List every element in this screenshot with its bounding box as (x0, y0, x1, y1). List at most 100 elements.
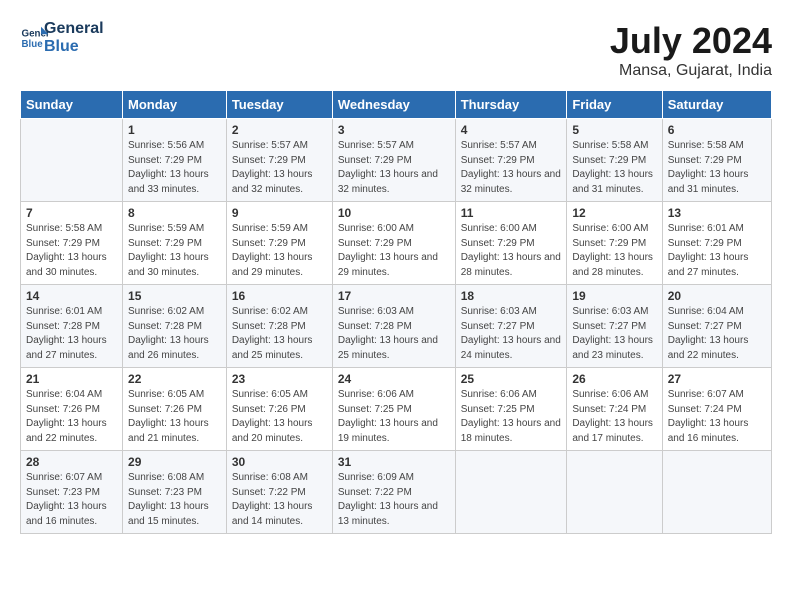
calendar-subtitle: Mansa, Gujarat, India (610, 62, 772, 80)
calendar-table: SundayMondayTuesdayWednesdayThursdayFrid… (20, 90, 772, 534)
logo-line2: Blue (44, 38, 104, 56)
calendar-cell: 6 Sunrise: 5:58 AM Sunset: 7:29 PM Daylig… (662, 119, 771, 202)
day-of-week-header: Friday (567, 91, 662, 119)
day-number: 18 (461, 289, 562, 303)
day-of-week-header: Thursday (455, 91, 567, 119)
day-number: 20 (668, 289, 766, 303)
day-info: Sunrise: 6:07 AM Sunset: 7:24 PM Dayligh… (668, 388, 766, 446)
calendar-cell: 3 Sunrise: 5:57 AM Sunset: 7:29 PM Daylig… (332, 119, 455, 202)
day-number: 11 (461, 206, 562, 220)
day-info: Sunrise: 6:00 AM Sunset: 7:29 PM Dayligh… (461, 222, 562, 280)
calendar-cell: 23 Sunrise: 6:05 AM Sunset: 7:26 PM Dayli… (226, 368, 332, 451)
day-of-week-header: Wednesday (332, 91, 455, 119)
calendar-cell (21, 119, 123, 202)
day-info: Sunrise: 6:08 AM Sunset: 7:22 PM Dayligh… (232, 471, 327, 529)
day-info: Sunrise: 6:01 AM Sunset: 7:29 PM Dayligh… (668, 222, 766, 280)
calendar-cell: 22 Sunrise: 6:05 AM Sunset: 7:26 PM Dayli… (123, 368, 227, 451)
day-info: Sunrise: 5:57 AM Sunset: 7:29 PM Dayligh… (338, 139, 450, 197)
calendar-cell: 28 Sunrise: 6:07 AM Sunset: 7:23 PM Dayli… (21, 451, 123, 534)
day-number: 4 (461, 123, 562, 137)
day-info: Sunrise: 6:01 AM Sunset: 7:28 PM Dayligh… (26, 305, 117, 363)
day-info: Sunrise: 6:00 AM Sunset: 7:29 PM Dayligh… (572, 222, 656, 280)
calendar-cell: 19 Sunrise: 6:03 AM Sunset: 7:27 PM Dayli… (567, 285, 662, 368)
day-info: Sunrise: 6:07 AM Sunset: 7:23 PM Dayligh… (26, 471, 117, 529)
logo: General Blue General Blue (20, 20, 104, 55)
day-info: Sunrise: 6:02 AM Sunset: 7:28 PM Dayligh… (232, 305, 327, 363)
day-number: 29 (128, 455, 221, 469)
calendar-cell: 8Sunrise: 5:59 AM Sunset: 7:29 PM Daylig… (123, 202, 227, 285)
day-info: Sunrise: 6:02 AM Sunset: 7:28 PM Dayligh… (128, 305, 221, 363)
calendar-cell: 1Sunrise: 5:56 AM Sunset: 7:29 PM Daylig… (123, 119, 227, 202)
day-info: Sunrise: 6:04 AM Sunset: 7:27 PM Dayligh… (668, 305, 766, 363)
day-info: Sunrise: 5:57 AM Sunset: 7:29 PM Dayligh… (461, 139, 562, 197)
day-info: Sunrise: 6:03 AM Sunset: 7:27 PM Dayligh… (572, 305, 656, 363)
day-number: 30 (232, 455, 327, 469)
day-of-week-header: Sunday (21, 91, 123, 119)
calendar-cell: 18 Sunrise: 6:03 AM Sunset: 7:27 PM Dayli… (455, 285, 567, 368)
day-number: 8 (128, 206, 221, 220)
page-header: General Blue General Blue July 2024 Mans… (20, 20, 772, 80)
day-info: Sunrise: 6:06 AM Sunset: 7:25 PM Dayligh… (461, 388, 562, 446)
day-number: 2 (232, 123, 327, 137)
calendar-week-row: 28 Sunrise: 6:07 AM Sunset: 7:23 PM Dayli… (21, 451, 772, 534)
day-info: Sunrise: 6:06 AM Sunset: 7:24 PM Dayligh… (572, 388, 656, 446)
day-number: 24 (338, 372, 450, 386)
day-info: Sunrise: 6:04 AM Sunset: 7:26 PM Dayligh… (26, 388, 117, 446)
calendar-cell: 17 Sunrise: 6:03 AM Sunset: 7:28 PM Dayli… (332, 285, 455, 368)
calendar-title: July 2024 (610, 20, 772, 62)
calendar-cell: 29 Sunrise: 6:08 AM Sunset: 7:23 PM Dayli… (123, 451, 227, 534)
day-info: Sunrise: 5:56 AM Sunset: 7:29 PM Dayligh… (128, 139, 221, 197)
svg-text:Blue: Blue (22, 39, 44, 50)
day-number: 10 (338, 206, 450, 220)
day-number: 17 (338, 289, 450, 303)
calendar-cell: 12 Sunrise: 6:00 AM Sunset: 7:29 PM Dayli… (567, 202, 662, 285)
day-of-week-header: Saturday (662, 91, 771, 119)
calendar-week-row: 7 Sunrise: 5:58 AM Sunset: 7:29 PM Daylig… (21, 202, 772, 285)
day-number: 28 (26, 455, 117, 469)
day-number: 23 (232, 372, 327, 386)
day-number: 21 (26, 372, 117, 386)
calendar-cell: 5Sunrise: 5:58 AM Sunset: 7:29 PM Daylig… (567, 119, 662, 202)
calendar-cell (455, 451, 567, 534)
day-info: Sunrise: 6:03 AM Sunset: 7:28 PM Dayligh… (338, 305, 450, 363)
calendar-cell: 30 Sunrise: 6:08 AM Sunset: 7:22 PM Dayli… (226, 451, 332, 534)
calendar-cell: 13Sunrise: 6:01 AM Sunset: 7:29 PM Dayli… (662, 202, 771, 285)
calendar-cell: 9Sunrise: 5:59 AM Sunset: 7:29 PM Daylig… (226, 202, 332, 285)
day-number: 27 (668, 372, 766, 386)
calendar-cell: 16Sunrise: 6:02 AM Sunset: 7:28 PM Dayli… (226, 285, 332, 368)
day-info: Sunrise: 6:00 AM Sunset: 7:29 PM Dayligh… (338, 222, 450, 280)
calendar-cell: 7 Sunrise: 5:58 AM Sunset: 7:29 PM Daylig… (21, 202, 123, 285)
day-number: 6 (668, 123, 766, 137)
calendar-cell (662, 451, 771, 534)
day-info: Sunrise: 5:58 AM Sunset: 7:29 PM Dayligh… (668, 139, 766, 197)
day-number: 3 (338, 123, 450, 137)
title-area: July 2024 Mansa, Gujarat, India (610, 20, 772, 80)
calendar-cell: 14 Sunrise: 6:01 AM Sunset: 7:28 PM Dayli… (21, 285, 123, 368)
calendar-cell: 24 Sunrise: 6:06 AM Sunset: 7:25 PM Dayli… (332, 368, 455, 451)
day-number: 9 (232, 206, 327, 220)
calendar-week-row: 21 Sunrise: 6:04 AM Sunset: 7:26 PM Dayli… (21, 368, 772, 451)
day-number: 25 (461, 372, 562, 386)
day-of-week-header: Tuesday (226, 91, 332, 119)
logo-line1: General (44, 20, 104, 38)
calendar-cell: 20 Sunrise: 6:04 AM Sunset: 7:27 PM Dayli… (662, 285, 771, 368)
day-number: 7 (26, 206, 117, 220)
day-number: 12 (572, 206, 656, 220)
day-number: 19 (572, 289, 656, 303)
day-info: Sunrise: 6:05 AM Sunset: 7:26 PM Dayligh… (128, 388, 221, 446)
day-info: Sunrise: 5:58 AM Sunset: 7:29 PM Dayligh… (26, 222, 117, 280)
calendar-cell: 21 Sunrise: 6:04 AM Sunset: 7:26 PM Dayli… (21, 368, 123, 451)
day-info: Sunrise: 6:03 AM Sunset: 7:27 PM Dayligh… (461, 305, 562, 363)
calendar-cell: 15 Sunrise: 6:02 AM Sunset: 7:28 PM Dayli… (123, 285, 227, 368)
day-number: 5 (572, 123, 656, 137)
day-number: 22 (128, 372, 221, 386)
calendar-cell: 27 Sunrise: 6:07 AM Sunset: 7:24 PM Dayli… (662, 368, 771, 451)
day-info: Sunrise: 6:08 AM Sunset: 7:23 PM Dayligh… (128, 471, 221, 529)
day-info: Sunrise: 6:06 AM Sunset: 7:25 PM Dayligh… (338, 388, 450, 446)
day-number: 14 (26, 289, 117, 303)
day-info: Sunrise: 6:05 AM Sunset: 7:26 PM Dayligh… (232, 388, 327, 446)
calendar-cell: 26Sunrise: 6:06 AM Sunset: 7:24 PM Dayli… (567, 368, 662, 451)
day-number: 15 (128, 289, 221, 303)
calendar-cell: 4 Sunrise: 5:57 AM Sunset: 7:29 PM Daylig… (455, 119, 567, 202)
calendar-cell: 10 Sunrise: 6:00 AM Sunset: 7:29 PM Dayli… (332, 202, 455, 285)
